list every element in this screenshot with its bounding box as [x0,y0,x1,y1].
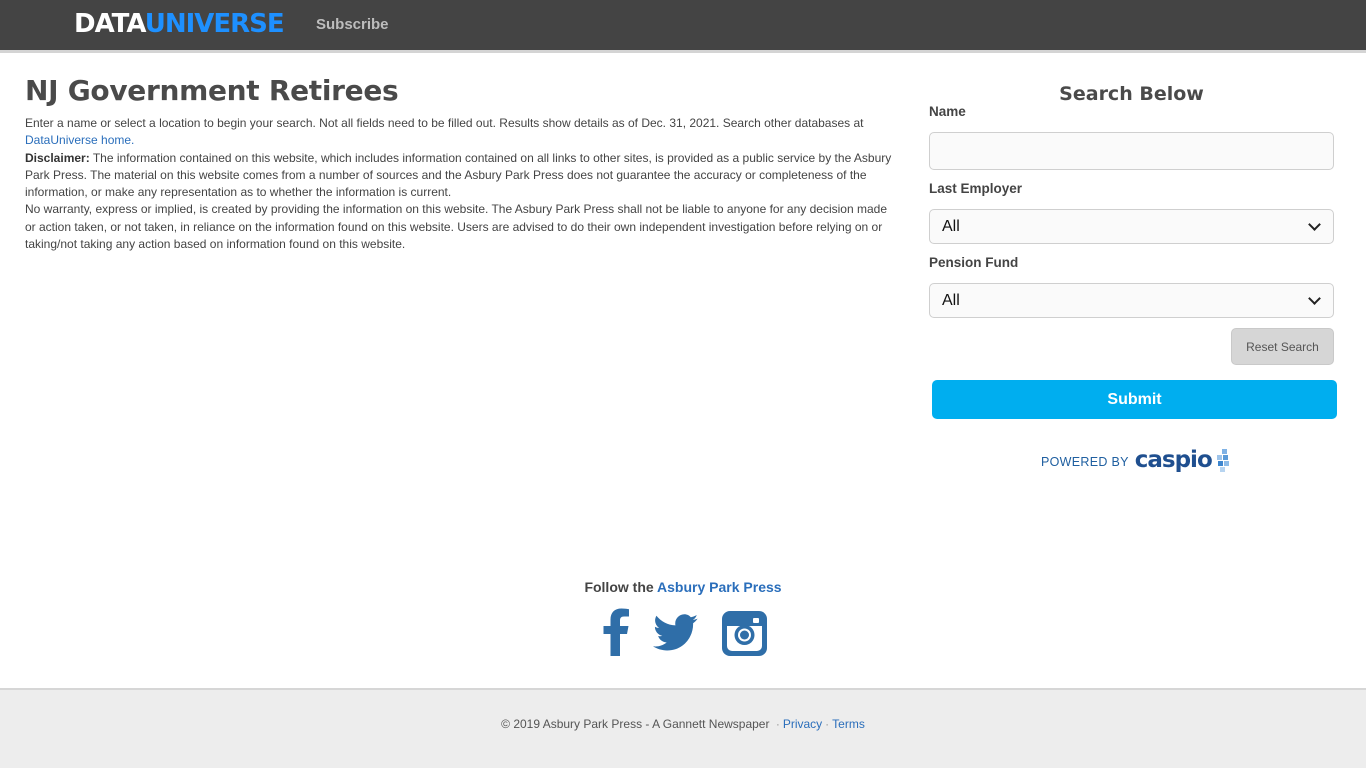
disclaimer-paragraph: Disclaimer: The information contained on… [25,150,895,202]
pension-fund-selected-value: All [942,291,960,309]
pension-fund-select[interactable]: All [929,283,1334,318]
submit-button[interactable]: Submit [932,380,1337,419]
chevron-down-icon [1308,217,1321,231]
privacy-link[interactable]: Privacy [783,717,822,731]
powered-by-label: POWERED BY [1041,454,1129,469]
follow-heading: Follow the Asbury Park Press [0,579,1366,595]
twitter-icon[interactable] [653,614,699,652]
name-label: Name [929,104,966,119]
datauniverse-home-link[interactable]: DataUniverse home. [25,133,134,147]
caspio-logo-text: caspio [1134,447,1213,473]
terms-link[interactable]: Terms [832,717,865,731]
last-employer-select[interactable]: All [929,209,1334,244]
datauniverse-logo[interactable]: DATAUNIVERSE [74,8,285,40]
logo-part-universe: UNIVERSE [144,9,285,39]
disclaimer-label: Disclaimer: [25,150,90,165]
intro-text: Enter a name or select a location to beg… [25,116,864,130]
warranty-paragraph: No warranty, express or implied, is crea… [25,202,887,252]
search-panel-title: Search Below [1059,83,1204,105]
logo-part-data: DATA [74,9,146,39]
asbury-park-press-link[interactable]: Asbury Park Press [657,579,782,595]
page-title: NJ Government Retirees [25,74,399,107]
header-divider [0,50,1366,53]
subscribe-link[interactable]: Subscribe [316,16,389,34]
last-employer-selected-value: All [942,217,960,235]
footer-text: © 2019 Asbury Park Press - A Gannett New… [0,717,1366,731]
reset-search-button[interactable]: Reset Search [1231,328,1334,365]
caspio-cubes-icon [1216,449,1229,472]
chevron-down-icon [1308,291,1321,305]
page-footer: © 2019 Asbury Park Press - A Gannett New… [0,688,1366,768]
copyright-text: © 2019 Asbury Park Press - A Gannett New… [501,717,770,731]
intro-text-block: Enter a name or select a location to beg… [25,115,895,253]
top-navigation-bar: DATAUNIVERSE Subscribe [0,0,1366,50]
instagram-icon[interactable] [722,611,767,656]
follow-prefix: Follow the [584,579,654,595]
name-input[interactable] [929,132,1334,170]
disclaimer-text: The information contained on this websit… [25,150,892,200]
last-employer-label: Last Employer [929,181,1023,196]
powered-by-caspio[interactable]: POWERED BY caspio [1041,446,1232,474]
pension-fund-label: Pension Fund [929,255,1019,270]
intro-paragraph: Enter a name or select a location to beg… [25,115,895,150]
facebook-icon[interactable] [600,608,632,656]
footer-separator: · [775,717,780,731]
footer-separator: · [825,717,830,731]
